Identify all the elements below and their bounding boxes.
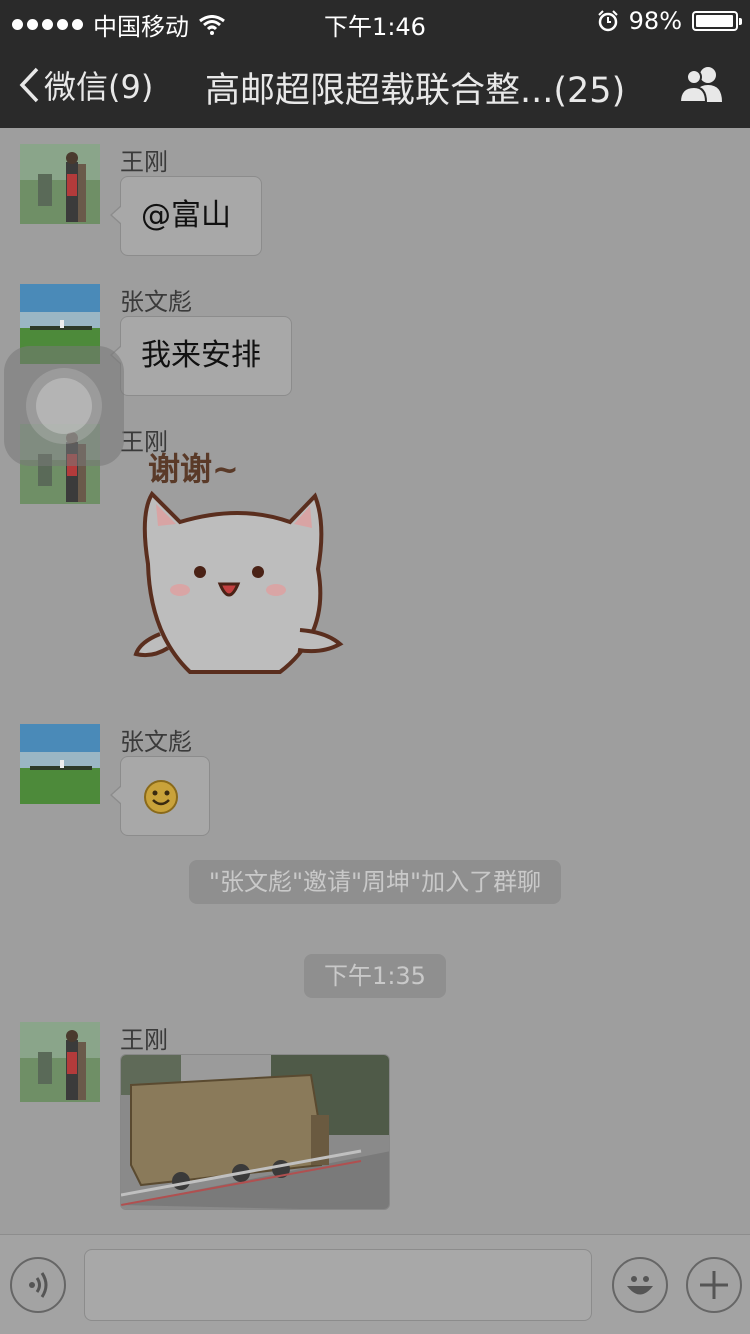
assistive-touch-button[interactable] (4, 346, 124, 466)
voice-input-button[interactable] (10, 1257, 66, 1313)
system-notice: "张文彪"邀请"周坤"加入了群聊 (0, 860, 750, 904)
photo-message[interactable] (120, 1054, 390, 1210)
assistive-ring-inner (36, 378, 92, 434)
sticker-text: 谢谢~ (148, 450, 239, 488)
emoji-button[interactable] (612, 1257, 668, 1313)
avatar[interactable] (20, 144, 100, 224)
back-label: 微信(9) (44, 68, 154, 106)
cat-sticker[interactable]: 谢谢~ (130, 444, 350, 684)
timestamp-text: 下午1:35 (304, 954, 446, 998)
timestamp-divider: 下午1:35 (0, 954, 750, 998)
sender-name: 张文彪 (120, 728, 192, 756)
voice-icon (29, 1272, 48, 1298)
group-members-icon[interactable] (678, 64, 726, 104)
message-bubble[interactable] (110, 756, 210, 836)
message-input[interactable] (84, 1249, 592, 1321)
chat-title: 高邮超限超载联合整...(25) (205, 71, 626, 111)
system-notice-text: "张文彪"邀请"周坤"加入了群聊 (188, 860, 562, 904)
chat-message: 王刚 (20, 1008, 730, 1218)
message-bubble[interactable]: 我来安排 (110, 316, 292, 396)
battery-fill (696, 15, 734, 27)
chevron-left-icon (19, 67, 39, 103)
emoji-icon (627, 1276, 653, 1295)
message-bubble[interactable]: @富山 (110, 176, 262, 256)
chat-message: 王刚 @富山 (20, 128, 730, 268)
sender-name: 王刚 (120, 1026, 168, 1054)
input-bar (0, 1234, 750, 1334)
avatar[interactable] (20, 1022, 100, 1102)
status-bar: 中国移动 下午1:46 98% (0, 0, 750, 41)
sender-name: 王刚 (120, 148, 168, 176)
sender-name: 张文彪 (120, 288, 192, 316)
battery-icon (692, 11, 742, 31)
chat-message-list[interactable]: 王刚 @富山 张文彪 我来安排 王刚 谢谢~ 张文彪 "张文彪"邀请"周坤"加入… (0, 128, 750, 1234)
nav-bar: 微信(9) 高邮超限超载联合整...(25) (0, 40, 750, 128)
battery-percent: 98% (628, 7, 682, 35)
chat-message: 王刚 谢谢~ (20, 408, 730, 708)
chat-message: 张文彪 (20, 708, 730, 848)
chat-message: 张文彪 我来安排 (20, 268, 730, 408)
avatar[interactable] (20, 724, 100, 804)
smile-emoji-icon (144, 780, 178, 814)
plus-icon (700, 1271, 728, 1299)
back-button[interactable]: 微信(9) (18, 62, 153, 108)
alarm-icon (597, 10, 618, 32)
more-button[interactable] (686, 1257, 742, 1313)
